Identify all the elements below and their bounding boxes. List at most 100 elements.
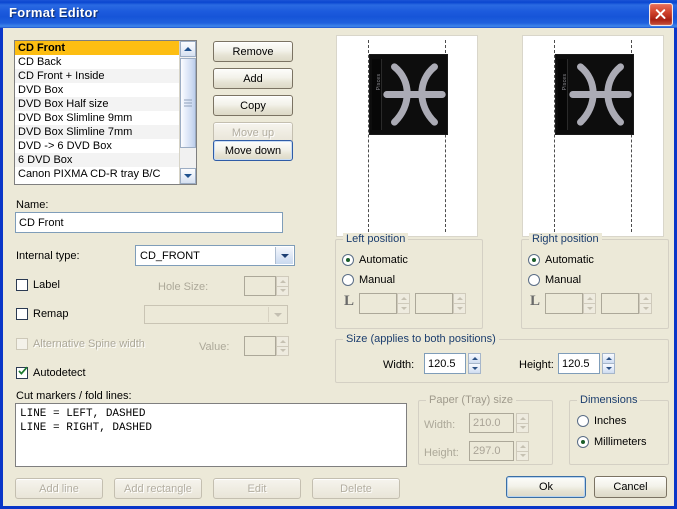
- internal-type-label: Internal type:: [16, 250, 80, 262]
- chevron-down-icon: [268, 307, 286, 322]
- hole-size-input: [244, 276, 276, 296]
- checkbox-box: [16, 366, 28, 379]
- list-item[interactable]: DVD Box Half size: [15, 97, 179, 111]
- format-list-scrollbar[interactable]: [179, 41, 196, 184]
- list-item[interactable]: CD Front: [15, 41, 179, 55]
- cut-markers-textarea[interactable]: LINE = LEFT, DASHED LINE = RIGHT, DASHED: [15, 403, 407, 467]
- dimensions-title: Dimensions: [577, 394, 641, 406]
- millimeters-radio[interactable]: Millimeters: [577, 436, 647, 448]
- pisces-icon: [569, 63, 632, 126]
- remap-checkbox[interactable]: Remap: [16, 308, 68, 320]
- close-icon[interactable]: [649, 3, 673, 26]
- stepper-down-icon[interactable]: [468, 364, 481, 374]
- stepper-up-icon: [639, 293, 652, 304]
- paper-height-stepper: [516, 441, 529, 461]
- checkbox-box: [16, 279, 28, 291]
- width-input[interactable]: 120.5: [424, 353, 466, 374]
- paper-width-label: Width:: [424, 419, 456, 431]
- hole-size-label: Hole Size:: [158, 281, 209, 293]
- label-checkbox-label: Label: [33, 279, 60, 291]
- list-item[interactable]: CD Back: [15, 55, 179, 69]
- scrollbar-thumb[interactable]: [180, 58, 196, 148]
- stepper-up-icon: [397, 293, 410, 304]
- delete-button: Delete: [312, 478, 400, 499]
- radio-ring: [528, 274, 540, 286]
- list-item[interactable]: DVD Box: [15, 83, 179, 97]
- name-input[interactable]: CD Front: [15, 212, 283, 233]
- list-item[interactable]: 6 DVD Box: [15, 153, 179, 167]
- paper-width-stepper: [516, 413, 529, 433]
- hole-size-stepper: [276, 276, 289, 296]
- stepper-up-icon[interactable]: [602, 353, 615, 364]
- remove-button[interactable]: Remove: [213, 41, 293, 62]
- left-preview: Pisces: [336, 35, 478, 237]
- left-position-title: Left position: [343, 233, 409, 245]
- stepper-up-icon: [516, 413, 529, 424]
- move-down-button[interactable]: Move down: [213, 140, 293, 161]
- left-marker-label: L: [344, 293, 355, 309]
- inches-label: Inches: [594, 415, 627, 427]
- ok-button[interactable]: Ok: [506, 476, 586, 498]
- scroll-down-icon[interactable]: [180, 168, 196, 184]
- paper-size-title: Paper (Tray) size: [426, 394, 516, 406]
- dimensions-group: Dimensions: [569, 394, 669, 465]
- radio-ring: [577, 436, 589, 448]
- add-line-button: Add line: [15, 478, 103, 499]
- left-manual-label: Manual: [359, 274, 396, 286]
- radio-ring: [342, 274, 354, 286]
- list-item[interactable]: Canon PIXMA CD-R tray B/C: [15, 167, 179, 181]
- paper-width-input: 210.0: [469, 413, 514, 433]
- list-item[interactable]: CD Front + Inside: [15, 69, 179, 83]
- width-label: Width:: [383, 359, 415, 371]
- list-item[interactable]: DVD -> 6 DVD Box: [15, 139, 179, 153]
- right-x-input: [545, 293, 583, 314]
- left-automatic-radio[interactable]: Automatic: [342, 254, 408, 266]
- window-title: Format Editor: [9, 5, 99, 20]
- stepper-down-icon: [397, 304, 410, 314]
- left-y-stepper: [453, 293, 466, 314]
- label-checkbox[interactable]: Label: [16, 279, 60, 291]
- chevron-down-icon[interactable]: [275, 247, 293, 264]
- list-item[interactable]: DVD Box Slimline 9mm: [15, 111, 179, 125]
- remap-select: [144, 305, 288, 324]
- format-list[interactable]: CD Front CD Back CD Front + Inside DVD B…: [14, 40, 197, 185]
- internal-type-select[interactable]: CD_FRONT: [135, 245, 295, 266]
- autodetect-label: Autodetect: [33, 367, 86, 379]
- height-stepper[interactable]: [602, 353, 615, 374]
- grip-icon: [184, 99, 192, 107]
- stepper-down-icon[interactable]: [602, 364, 615, 374]
- edit-button: Edit: [213, 478, 301, 499]
- stepper-up-icon: [516, 441, 529, 452]
- width-stepper[interactable]: [468, 353, 481, 374]
- left-automatic-label: Automatic: [359, 254, 408, 266]
- stepper-down-icon: [516, 451, 529, 461]
- name-label: Name:: [16, 199, 49, 211]
- format-editor-window: Format Editor CD Front CD Back CD Front …: [0, 0, 677, 509]
- paper-height-label: Height:: [424, 447, 459, 459]
- radio-ring: [528, 254, 540, 266]
- inches-radio[interactable]: Inches: [577, 415, 626, 427]
- checkbox-box: [16, 308, 28, 320]
- cancel-button[interactable]: Cancel: [594, 476, 667, 498]
- right-marker-label: L: [530, 293, 541, 309]
- format-list-rows: CD Front CD Back CD Front + Inside DVD B…: [15, 41, 179, 181]
- add-rectangle-button: Add rectangle: [114, 478, 202, 499]
- scroll-up-icon[interactable]: [180, 41, 196, 57]
- preview-artwork: Pisces: [555, 54, 634, 135]
- height-label: Height:: [519, 359, 554, 371]
- add-button[interactable]: Add: [213, 68, 293, 89]
- right-preview: Pisces: [522, 35, 664, 237]
- height-input[interactable]: 120.5: [558, 353, 600, 374]
- stepper-up-icon[interactable]: [468, 353, 481, 364]
- list-item[interactable]: DVD Box Slimline 7mm: [15, 125, 179, 139]
- left-manual-radio[interactable]: Manual: [342, 274, 395, 286]
- value-input: [244, 336, 276, 356]
- autodetect-checkbox[interactable]: Autodetect: [16, 366, 86, 379]
- stepper-up-icon: [453, 293, 466, 304]
- copy-button[interactable]: Copy: [213, 95, 293, 116]
- right-automatic-label: Automatic: [545, 254, 594, 266]
- right-automatic-radio[interactable]: Automatic: [528, 254, 594, 266]
- right-manual-label: Manual: [545, 274, 582, 286]
- value-stepper: [276, 336, 289, 356]
- right-manual-radio[interactable]: Manual: [528, 274, 581, 286]
